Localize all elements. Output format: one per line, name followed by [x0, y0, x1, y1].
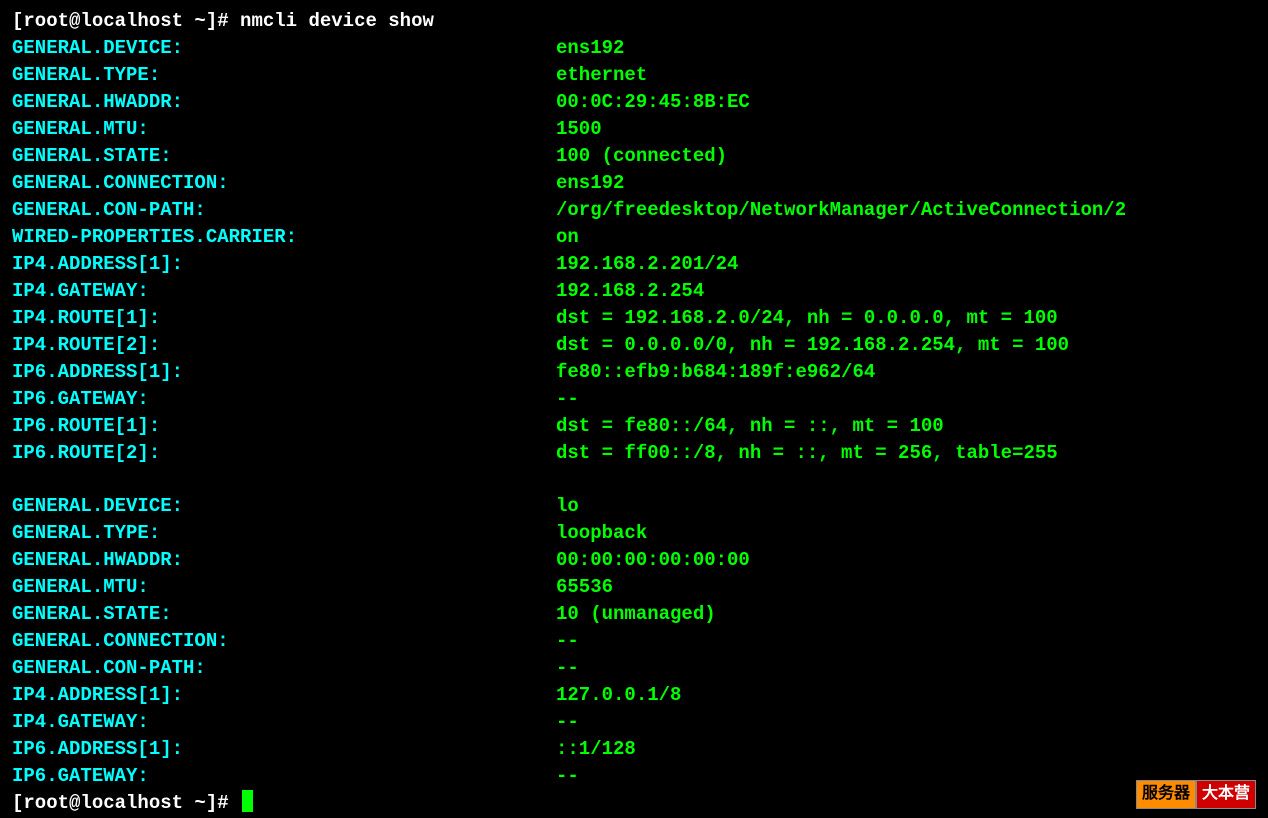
- output-row: GENERAL.STATE:10 (unmanaged): [12, 601, 1256, 628]
- prop-val: loopback: [556, 520, 647, 547]
- prop-val: 100 (connected): [556, 143, 727, 170]
- output-row: GENERAL.DEVICE:lo: [12, 493, 1256, 520]
- prop-val: lo: [556, 493, 579, 520]
- output-row: IP4.ROUTE[1]:dst = 192.168.2.0/24, nh = …: [12, 305, 1256, 332]
- prompt-prefix: [root@localhost ~]#: [12, 790, 240, 817]
- prompt-line[interactable]: [root@localhost ~]# nmcli device show: [12, 8, 1256, 35]
- prop-val: 1500: [556, 116, 602, 143]
- prop-key: GENERAL.MTU:: [12, 574, 556, 601]
- prop-key: GENERAL.HWADDR:: [12, 89, 556, 116]
- prop-key: IP4.ROUTE[1]:: [12, 305, 556, 332]
- prop-val: 65536: [556, 574, 613, 601]
- prop-val: --: [556, 655, 579, 682]
- output-row: IP4.ROUTE[2]:dst = 0.0.0.0/0, nh = 192.1…: [12, 332, 1256, 359]
- prop-key: GENERAL.TYPE:: [12, 62, 556, 89]
- output-row: GENERAL.CON-PATH:--: [12, 655, 1256, 682]
- prop-val: 127.0.0.1/8: [556, 682, 681, 709]
- output-row: IP6.GATEWAY:--: [12, 763, 1256, 790]
- prop-key: GENERAL.CON-PATH:: [12, 197, 556, 224]
- prop-val: 192.168.2.201/24: [556, 251, 738, 278]
- prop-key: GENERAL.DEVICE:: [12, 35, 556, 62]
- prop-key: IP6.GATEWAY:: [12, 386, 556, 413]
- prop-key: IP4.GATEWAY:: [12, 278, 556, 305]
- prop-key: IP6.ADDRESS[1]:: [12, 359, 556, 386]
- output-row: IP6.GATEWAY:--: [12, 386, 1256, 413]
- prop-key: IP4.GATEWAY:: [12, 709, 556, 736]
- output-row: IP4.ADDRESS[1]:192.168.2.201/24: [12, 251, 1256, 278]
- prop-val: 192.168.2.254: [556, 278, 704, 305]
- prop-val: /org/freedesktop/NetworkManager/ActiveCo…: [556, 197, 1126, 224]
- output-row: GENERAL.MTU:1500: [12, 116, 1256, 143]
- prop-key: IP6.ADDRESS[1]:: [12, 736, 556, 763]
- prop-key: GENERAL.DEVICE:: [12, 493, 556, 520]
- output-row: IP4.GATEWAY:192.168.2.254: [12, 278, 1256, 305]
- prompt-prefix: [root@localhost ~]#: [12, 8, 240, 35]
- output-row: GENERAL.HWADDR:00:0C:29:45:8B:EC: [12, 89, 1256, 116]
- prop-key: IP4.ROUTE[2]:: [12, 332, 556, 359]
- output-row: GENERAL.CONNECTION:--: [12, 628, 1256, 655]
- prompt-line[interactable]: [root@localhost ~]#: [12, 790, 1256, 817]
- output-row: GENERAL.TYPE:ethernet: [12, 62, 1256, 89]
- prop-val: ethernet: [556, 62, 647, 89]
- output-row: IP6.ADDRESS[1]:fe80::efb9:b684:189f:e962…: [12, 359, 1256, 386]
- output-row: IP6.ROUTE[1]:dst = fe80::/64, nh = ::, m…: [12, 413, 1256, 440]
- prop-key: GENERAL.STATE:: [12, 601, 556, 628]
- cursor-block: [242, 790, 253, 812]
- prop-key: IP4.ADDRESS[1]:: [12, 251, 556, 278]
- prop-key: IP6.ROUTE[1]:: [12, 413, 556, 440]
- prop-key: IP6.ROUTE[2]:: [12, 440, 556, 467]
- prop-val: --: [556, 386, 579, 413]
- output-row: IP6.ADDRESS[1]:::1/128: [12, 736, 1256, 763]
- blank-line: [12, 466, 1256, 493]
- prop-key: GENERAL.CON-PATH:: [12, 655, 556, 682]
- prop-key: WIRED-PROPERTIES.CARRIER:: [12, 224, 556, 251]
- prop-val: dst = 0.0.0.0/0, nh = 192.168.2.254, mt …: [556, 332, 1069, 359]
- output-row: IP4.GATEWAY:--: [12, 709, 1256, 736]
- prop-val: 10 (unmanaged): [556, 601, 716, 628]
- prop-val: dst = ff00::/8, nh = ::, mt = 256, table…: [556, 440, 1058, 467]
- prop-key: GENERAL.CONNECTION:: [12, 628, 556, 655]
- output-row: GENERAL.STATE:100 (connected): [12, 143, 1256, 170]
- output-row: GENERAL.TYPE:loopback: [12, 520, 1256, 547]
- output-row: GENERAL.CON-PATH:/org/freedesktop/Networ…: [12, 197, 1256, 224]
- output-row: GENERAL.HWADDR:00:00:00:00:00:00: [12, 547, 1256, 574]
- output-row: GENERAL.CONNECTION:ens192: [12, 170, 1256, 197]
- prop-key: GENERAL.STATE:: [12, 143, 556, 170]
- output-row: GENERAL.DEVICE:ens192: [12, 35, 1256, 62]
- watermark: 服务器大本营: [1136, 780, 1256, 809]
- prop-val: fe80::efb9:b684:189f:e962/64: [556, 359, 875, 386]
- prop-key: GENERAL.CONNECTION:: [12, 170, 556, 197]
- prop-val: 00:0C:29:45:8B:EC: [556, 89, 750, 116]
- prop-val: 00:00:00:00:00:00: [556, 547, 750, 574]
- watermark-right: 大本营: [1196, 780, 1256, 809]
- prop-val: dst = fe80::/64, nh = ::, mt = 100: [556, 413, 944, 440]
- prop-val: on: [556, 224, 579, 251]
- prop-key: GENERAL.HWADDR:: [12, 547, 556, 574]
- prop-val: ::1/128: [556, 736, 636, 763]
- prop-val: ens192: [556, 170, 624, 197]
- prop-key: GENERAL.TYPE:: [12, 520, 556, 547]
- prop-val: --: [556, 628, 579, 655]
- prop-val: --: [556, 709, 579, 736]
- prop-val: --: [556, 763, 579, 790]
- prop-key: GENERAL.MTU:: [12, 116, 556, 143]
- command-text: nmcli device show: [240, 8, 434, 35]
- prop-key: IP4.ADDRESS[1]:: [12, 682, 556, 709]
- output-row: GENERAL.MTU:65536: [12, 574, 1256, 601]
- output-row: IP6.ROUTE[2]:dst = ff00::/8, nh = ::, mt…: [12, 440, 1256, 467]
- prop-val: dst = 192.168.2.0/24, nh = 0.0.0.0, mt =…: [556, 305, 1058, 332]
- prop-key: IP6.GATEWAY:: [12, 763, 556, 790]
- prop-val: ens192: [556, 35, 624, 62]
- output-row: IP4.ADDRESS[1]:127.0.0.1/8: [12, 682, 1256, 709]
- watermark-left: 服务器: [1136, 780, 1196, 809]
- output-row: WIRED-PROPERTIES.CARRIER:on: [12, 224, 1256, 251]
